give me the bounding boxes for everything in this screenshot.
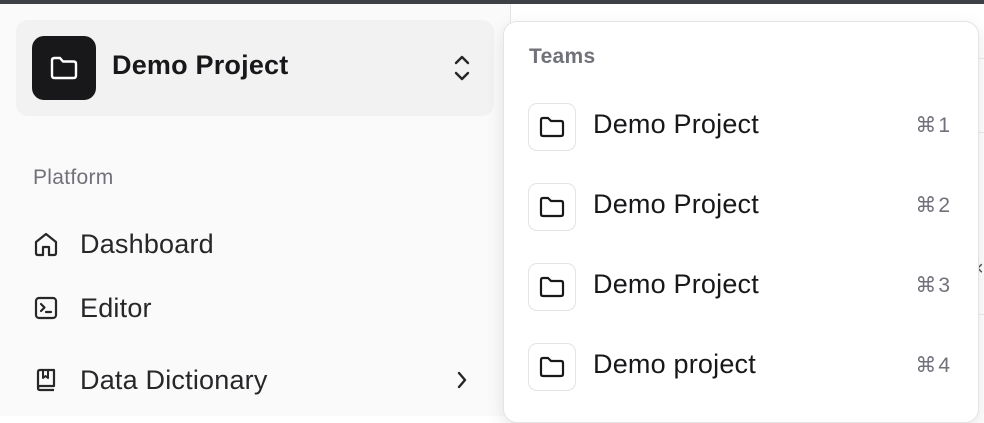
team-menu-item[interactable]: Demo Project ⌘1 <box>512 95 970 159</box>
folder-icon <box>528 103 576 151</box>
team-name: Demo project <box>593 349 756 379</box>
keyboard-shortcut: ⌘3 <box>915 274 952 297</box>
section-label-platform: Platform <box>33 166 114 189</box>
keyboard-shortcut: ⌘4 <box>915 354 952 377</box>
book-icon <box>32 366 60 394</box>
nav-item-editor[interactable]: Editor <box>16 284 494 332</box>
chevron-right-icon <box>450 366 474 394</box>
chevrons-up-down-icon <box>450 52 474 84</box>
nav-item-dashboard[interactable]: Dashboard <box>16 220 494 268</box>
team-name: Demo Project <box>112 50 289 80</box>
folder-icon <box>528 183 576 231</box>
home-icon <box>32 230 60 258</box>
keyboard-shortcut: ⌘2 <box>915 194 952 217</box>
team-name: Demo Project <box>593 109 759 139</box>
team-name: Demo Project <box>593 189 759 219</box>
folder-icon <box>32 36 96 100</box>
dropdown-heading: Teams <box>529 45 596 68</box>
sidebar: Demo Project Platform Dashboard Editor D… <box>0 4 511 416</box>
teams-dropdown-menu: Teams Demo Project ⌘1 Demo Project ⌘2 De… <box>503 21 979 423</box>
team-switcher-button[interactable]: Demo Project <box>16 20 494 116</box>
nav-label: Dashboard <box>80 229 214 259</box>
terminal-icon <box>32 294 60 322</box>
team-menu-item[interactable]: Demo Project ⌘2 <box>512 175 970 239</box>
keyboard-shortcut: ⌘1 <box>915 114 952 137</box>
folder-icon <box>528 263 576 311</box>
team-menu-item[interactable]: Demo Project ⌘3 <box>512 255 970 319</box>
folder-icon <box>528 343 576 391</box>
nav-label: Data Dictionary <box>80 365 268 395</box>
team-menu-item[interactable]: Demo project ⌘4 <box>512 335 970 399</box>
nav-label: Editor <box>80 293 152 323</box>
team-name: Demo Project <box>593 269 759 299</box>
nav-item-data-dictionary[interactable]: Data Dictionary <box>16 356 494 404</box>
